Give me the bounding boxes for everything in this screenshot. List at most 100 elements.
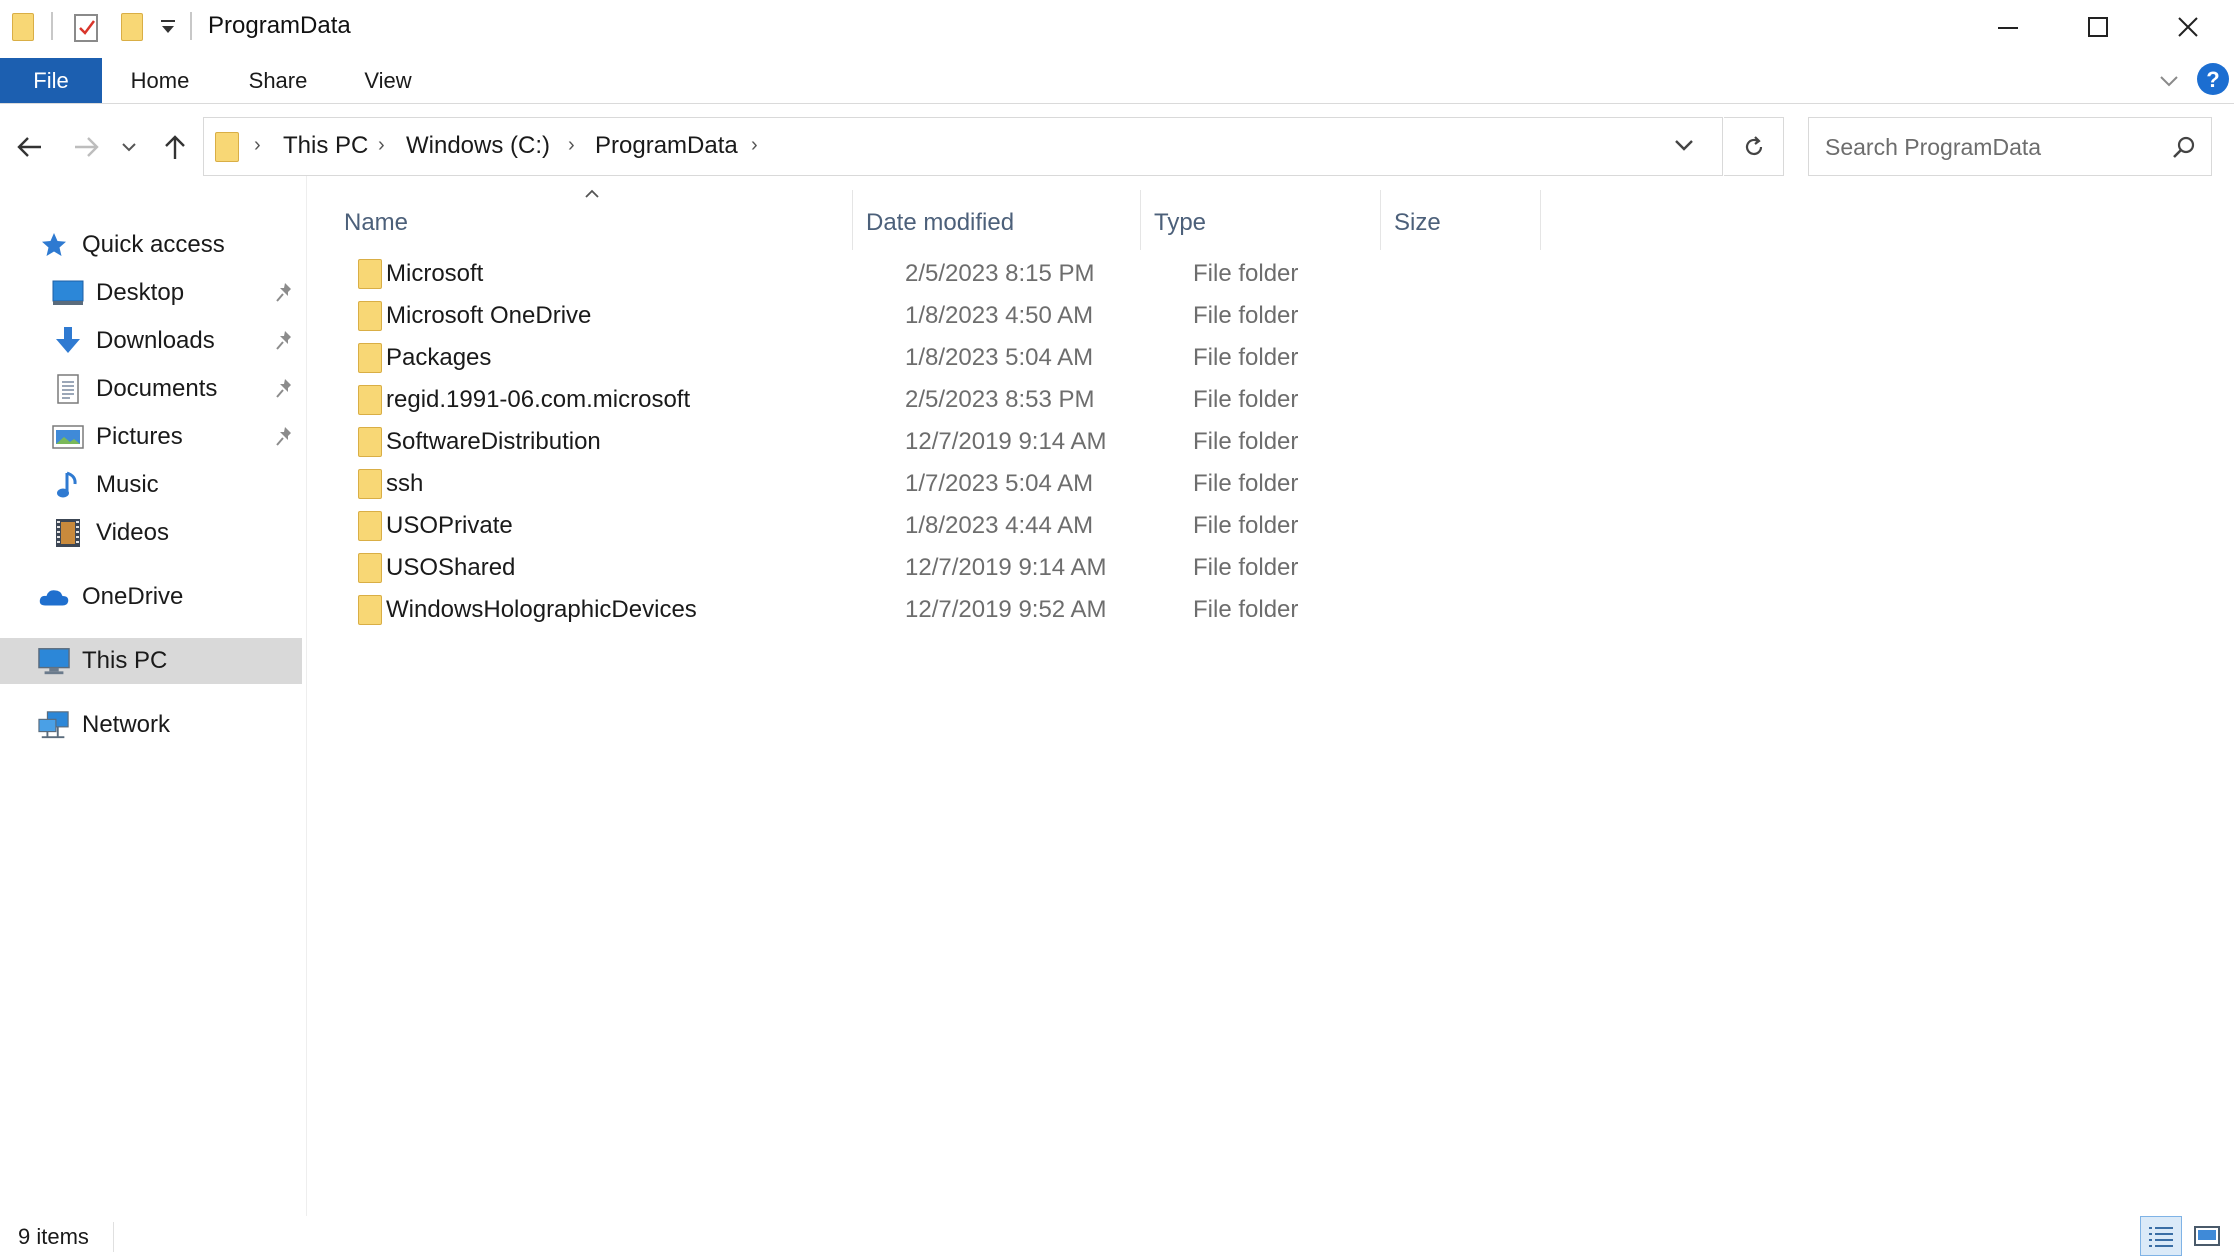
column-header-size[interactable]: Size xyxy=(1394,201,1534,245)
breadcrumb-separator[interactable]: › xyxy=(751,134,758,157)
help-icon[interactable]: ? xyxy=(2196,62,2230,96)
documents-icon xyxy=(52,373,84,405)
properties-icon[interactable] xyxy=(74,12,100,47)
file-type: File folder xyxy=(1193,512,1299,539)
expand-ribbon-icon[interactable] xyxy=(2156,68,2182,94)
nav-documents[interactable]: Documents xyxy=(0,366,302,412)
file-row[interactable]: Microsoft 2/5/2023 8:15 PM File folder xyxy=(348,252,1848,294)
folder-icon xyxy=(358,259,382,289)
file-date-modified: 1/7/2023 5:04 AM xyxy=(905,470,1094,497)
pin-icon[interactable] xyxy=(275,281,295,305)
column-divider[interactable] xyxy=(852,190,853,250)
ribbon-tabs: File Home Share View ? xyxy=(0,58,2234,104)
nav-music[interactable]: Music xyxy=(0,462,302,508)
file-date-modified: 1/8/2023 4:44 AM xyxy=(905,512,1094,539)
file-row[interactable]: ssh 1/7/2023 5:04 AM File folder xyxy=(348,462,1848,504)
customize-quick-access-dropdown-icon[interactable] xyxy=(159,18,177,41)
file-name: WindowsHolographicDevices xyxy=(386,596,697,623)
folder-icon xyxy=(358,385,382,415)
file-name: SoftwareDistribution xyxy=(386,428,601,455)
file-row[interactable]: USOShared 12/7/2019 9:14 AM File folder xyxy=(348,546,1848,588)
maximize-button[interactable] xyxy=(2052,0,2144,54)
file-date-modified: 12/7/2019 9:14 AM xyxy=(905,428,1107,455)
pictures-icon xyxy=(52,421,84,453)
file-row[interactable]: regid.1991-06.com.microsoft 2/5/2023 8:5… xyxy=(348,378,1848,420)
file-type: File folder xyxy=(1193,302,1299,329)
desktop-icon xyxy=(52,277,84,309)
search-box[interactable] xyxy=(1808,117,2212,176)
nav-this-pc[interactable]: This PC xyxy=(0,638,302,684)
pin-icon[interactable] xyxy=(275,329,295,353)
search-input[interactable] xyxy=(1823,128,2153,166)
folder-icon xyxy=(358,343,382,373)
nav-videos[interactable]: Videos xyxy=(0,510,302,556)
column-divider[interactable] xyxy=(1140,190,1141,250)
nav-network[interactable]: Network xyxy=(0,702,302,748)
file-row[interactable]: SoftwareDistribution 12/7/2019 9:14 AM F… xyxy=(348,420,1848,462)
search-icon[interactable] xyxy=(2171,134,2197,165)
file-row[interactable]: WindowsHolographicDevices 12/7/2019 9:52… xyxy=(348,588,1848,630)
column-divider[interactable] xyxy=(1380,190,1381,250)
breadcrumb-windows-c[interactable]: Windows (C:) xyxy=(406,132,550,160)
large-icons-view-button[interactable] xyxy=(2186,1216,2228,1256)
file-date-modified: 12/7/2019 9:14 AM xyxy=(905,554,1107,581)
toolbar-divider xyxy=(51,12,53,40)
nav-label: OneDrive xyxy=(82,583,184,610)
network-icon xyxy=(38,709,70,741)
pin-icon[interactable] xyxy=(275,425,295,449)
onedrive-cloud-icon xyxy=(38,581,70,613)
file-row[interactable]: Packages 1/8/2023 5:04 AM File folder xyxy=(348,336,1848,378)
tab-share[interactable]: Share xyxy=(236,58,320,103)
forward-button[interactable] xyxy=(64,124,110,170)
address-bar[interactable]: › This PC › Windows (C:) › ProgramData › xyxy=(203,117,1723,176)
file-list: Name Date modified Type Size Microsoft 2… xyxy=(308,176,2234,1216)
file-row[interactable]: Microsoft OneDrive 1/8/2023 4:50 AM File… xyxy=(348,294,1848,336)
up-button[interactable] xyxy=(152,124,198,170)
status-divider xyxy=(113,1222,114,1252)
column-header-name[interactable]: Name xyxy=(344,201,884,245)
videos-icon xyxy=(52,517,84,549)
minimize-button[interactable] xyxy=(1962,0,2054,54)
breadcrumb-separator[interactable]: › xyxy=(568,134,575,157)
large-icons-view-icon xyxy=(2194,1226,2220,1246)
nav-desktop[interactable]: Desktop xyxy=(0,270,302,316)
breadcrumb-programdata[interactable]: ProgramData xyxy=(595,132,738,160)
tab-home[interactable]: Home xyxy=(118,58,202,103)
music-icon xyxy=(52,469,84,501)
file-name: Packages xyxy=(386,344,492,371)
folder-icon xyxy=(358,469,382,499)
nav-pictures[interactable]: Pictures xyxy=(0,414,302,460)
column-header-date-modified[interactable]: Date modified xyxy=(866,201,1136,245)
close-button[interactable] xyxy=(2142,0,2234,54)
tab-view[interactable]: View xyxy=(352,58,424,103)
refresh-button[interactable] xyxy=(1724,117,1784,176)
file-type: File folder xyxy=(1193,428,1299,455)
back-button[interactable] xyxy=(6,124,52,170)
new-folder-icon[interactable] xyxy=(121,13,143,41)
address-history-dropdown[interactable] xyxy=(1674,138,1694,157)
nav-onedrive[interactable]: OneDrive xyxy=(0,574,302,620)
details-view-button[interactable] xyxy=(2140,1216,2182,1256)
file-date-modified: 2/5/2023 8:15 PM xyxy=(905,260,1095,287)
nav-label: Network xyxy=(82,711,171,738)
folder-icon xyxy=(358,301,382,331)
breadcrumb-separator[interactable]: › xyxy=(378,134,385,157)
nav-downloads[interactable]: Downloads xyxy=(0,318,302,364)
column-header-type[interactable]: Type xyxy=(1154,201,1374,245)
recent-locations-dropdown[interactable] xyxy=(112,124,146,170)
nav-label: Music xyxy=(96,471,159,498)
tab-file[interactable]: File xyxy=(0,58,102,103)
breadcrumb-separator[interactable]: › xyxy=(254,134,261,157)
breadcrumb-this-pc[interactable]: This PC xyxy=(283,132,368,160)
svg-text:?: ? xyxy=(2206,67,2219,92)
title-bar: ProgramData xyxy=(0,0,2234,56)
file-date-modified: 2/5/2023 8:53 PM xyxy=(905,386,1095,413)
details-view-icon xyxy=(2149,1227,2173,1247)
file-type: File folder xyxy=(1193,554,1299,581)
pin-icon[interactable] xyxy=(275,377,295,401)
explorer-folder-icon[interactable] xyxy=(12,13,34,41)
column-divider[interactable] xyxy=(1540,190,1541,250)
nav-quick-access[interactable]: Quick access xyxy=(0,222,302,268)
file-type: File folder xyxy=(1193,596,1299,623)
file-row[interactable]: USOPrivate 1/8/2023 4:44 AM File folder xyxy=(348,504,1848,546)
